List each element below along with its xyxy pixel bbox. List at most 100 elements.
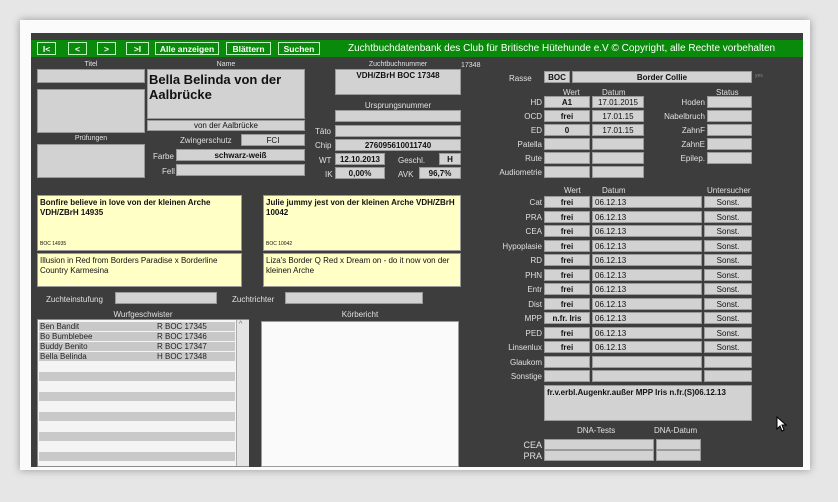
hd-row-wert[interactable] <box>544 138 590 150</box>
list-item[interactable] <box>39 392 235 401</box>
zuchtrichter-field[interactable] <box>285 292 423 304</box>
eye-row-wert[interactable]: frei <box>544 196 590 208</box>
last-record-button[interactable]: >I <box>126 42 149 55</box>
pruefungen-field[interactable] <box>37 144 145 178</box>
list-item[interactable] <box>39 402 235 411</box>
titel-field[interactable] <box>37 69 145 83</box>
hd-row-wert[interactable]: 0 <box>544 124 590 136</box>
hd-row-datum[interactable] <box>592 166 644 178</box>
eye-row-wert[interactable]: frei <box>544 254 590 266</box>
hd-right-field[interactable] <box>707 138 752 150</box>
eye-row-wert[interactable]: frei <box>544 326 590 339</box>
ik-field[interactable]: 0,00% <box>335 167 385 179</box>
eye-row-wert[interactable]: frei <box>544 297 590 310</box>
eye-row-wert[interactable] <box>544 355 590 368</box>
eye-row-wert[interactable]: frei <box>544 268 590 281</box>
hd-row-datum[interactable] <box>592 152 644 164</box>
eye-row-datum[interactable]: 06.12.13 <box>592 268 702 281</box>
eye-row-untersucher[interactable]: Sonst. <box>704 312 752 324</box>
list-item[interactable] <box>39 412 235 421</box>
eye-row-datum[interactable]: 06.12.13 <box>592 326 702 339</box>
eye-row-datum[interactable]: 06.12.13 <box>592 254 702 266</box>
hd-row-datum[interactable]: 17.01.15 <box>592 110 644 122</box>
prev-record-button[interactable]: < <box>68 42 87 55</box>
ursprung-field[interactable] <box>335 110 461 122</box>
dna-row-datum[interactable] <box>656 439 701 450</box>
eye-row-datum[interactable]: 06.12.13 <box>592 225 702 237</box>
name-field[interactable]: Bella Belinda von der Aalbrücke <box>147 69 305 119</box>
eye-row-untersucher[interactable]: Sonst. <box>704 268 752 281</box>
dna-row-test[interactable] <box>544 439 654 450</box>
chip-field[interactable]: 276095610011740 <box>335 139 461 151</box>
eye-row-untersucher[interactable]: Sonst. <box>704 239 752 252</box>
show-all-button[interactable]: Alle anzeigen <box>155 42 219 55</box>
eye-row-datum[interactable]: 06.12.13 <box>592 312 702 324</box>
first-record-button[interactable]: I< <box>37 42 56 55</box>
eye-row-wert[interactable] <box>544 370 590 382</box>
geschl-field[interactable]: H <box>439 153 461 165</box>
eye-row-datum[interactable]: 06.12.13 <box>592 210 702 223</box>
eye-row-wert[interactable]: frei <box>544 225 590 237</box>
dna-row-datum[interactable] <box>656 450 701 461</box>
tato-field[interactable] <box>335 125 461 137</box>
wt-field[interactable]: 12.10.2013 <box>335 153 385 165</box>
hd-row-wert[interactable] <box>544 166 590 178</box>
hd-row-datum[interactable] <box>592 138 644 150</box>
fell-field[interactable] <box>176 164 305 176</box>
hd-row-datum[interactable]: 17.01.2015 <box>592 96 644 108</box>
eye-row-wert[interactable]: n.fr. Iris <box>544 312 590 324</box>
next-record-button[interactable]: > <box>97 42 116 55</box>
zuchteinstufung-field[interactable] <box>115 292 217 304</box>
zuchtbuchnummer-field[interactable]: VDH/ZBrH BOC 17348 <box>335 69 461 95</box>
dna-row-test[interactable] <box>544 450 654 461</box>
hd-right-field[interactable] <box>707 96 752 108</box>
eye-row-untersucher[interactable] <box>704 370 752 382</box>
avk-field[interactable]: 96,7% <box>419 167 461 179</box>
eye-row-wert[interactable]: frei <box>544 239 590 252</box>
eye-row-untersucher[interactable]: Sonst. <box>704 210 752 223</box>
eye-row-untersucher[interactable]: Sonst. <box>704 254 752 266</box>
eye-row-untersucher[interactable]: Sonst. <box>704 326 752 339</box>
eye-row-datum[interactable] <box>592 355 702 368</box>
list-item[interactable] <box>39 382 235 391</box>
hd-row-datum[interactable]: 17.01.15 <box>592 124 644 136</box>
hd-right-field[interactable] <box>707 152 752 164</box>
photo-field[interactable] <box>37 89 145 133</box>
list-item[interactable] <box>39 432 235 441</box>
list-item[interactable] <box>39 362 235 371</box>
list-item[interactable]: Bella Belinda H BOC 17348 <box>39 352 235 361</box>
eye-row-wert[interactable]: frei <box>544 283 590 295</box>
list-item[interactable] <box>39 452 235 461</box>
eye-note[interactable]: fr.v.erbl.Augenkr.außer MPP Iris n.fr.(S… <box>544 385 752 421</box>
eye-row-datum[interactable] <box>592 370 702 382</box>
hd-right-field[interactable] <box>707 110 752 122</box>
list-item[interactable]: Bo Bumblebee R BOC 17346 <box>39 332 235 341</box>
list-item[interactable] <box>39 372 235 381</box>
eye-row-untersucher[interactable]: Sonst. <box>704 297 752 310</box>
dam-box[interactable]: Julie jummy jest von der kleinen Arche V… <box>263 195 461 251</box>
list-item[interactable] <box>39 442 235 451</box>
kennel-field[interactable]: von der Aalbrücke <box>147 120 305 131</box>
eye-row-datum[interactable]: 06.12.13 <box>592 341 702 353</box>
eye-row-datum[interactable]: 06.12.13 <box>592 196 702 208</box>
hd-row-wert[interactable]: A1 <box>544 96 590 108</box>
sire-parents[interactable]: Illusion in Red from Borders Paradise x … <box>37 253 242 287</box>
eye-row-datum[interactable]: 06.12.13 <box>592 297 702 310</box>
eye-row-datum[interactable]: 06.12.13 <box>592 283 702 295</box>
zwingerschutz-field[interactable]: FCI <box>241 134 305 146</box>
wurf-list[interactable]: Ben Bandit R BOC 17345 Bo Bumblebee R BOC 1… <box>37 319 249 467</box>
hd-row-wert[interactable] <box>544 152 590 164</box>
rasse-name[interactable]: Border Collie <box>572 71 752 83</box>
scrollbar[interactable] <box>236 320 249 466</box>
eye-row-untersucher[interactable] <box>704 355 752 368</box>
eye-row-untersucher[interactable]: Sonst. <box>704 341 752 353</box>
search-button[interactable]: Suchen <box>278 42 320 55</box>
list-item[interactable] <box>39 422 235 431</box>
eye-row-untersucher[interactable]: Sonst. <box>704 283 752 295</box>
sire-box[interactable]: Bonfire believe in love von der kleinen … <box>37 195 242 251</box>
hd-right-field[interactable] <box>707 124 752 136</box>
browse-button[interactable]: Blättern <box>226 42 271 55</box>
rasse-code[interactable]: BOC <box>544 71 570 83</box>
eye-row-wert[interactable]: frei <box>544 210 590 223</box>
list-item[interactable]: Buddy Benito R BOC 17347 <box>39 342 235 351</box>
